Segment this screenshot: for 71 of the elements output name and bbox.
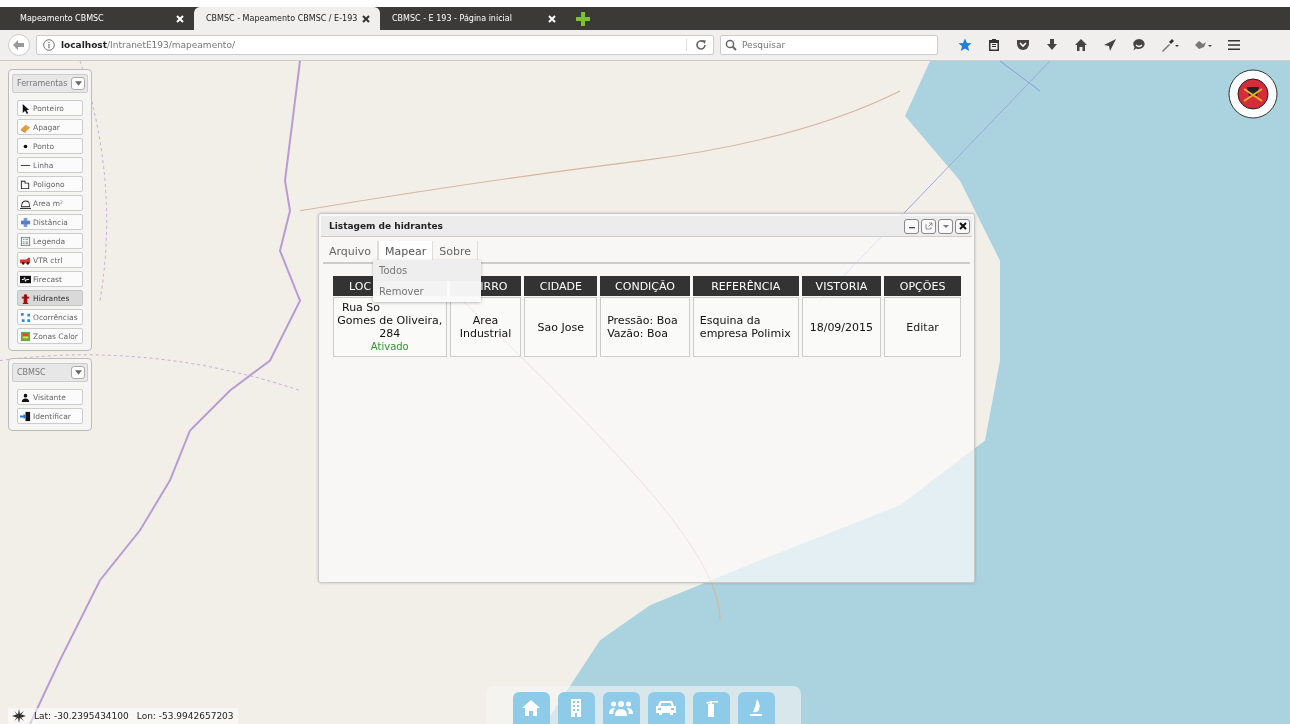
- table-cell-text: Gomes de Oliveira,: [337, 314, 443, 327]
- home-icon[interactable]: [1074, 38, 1088, 52]
- panel-title: CBMSC: [17, 368, 46, 377]
- table-cell-text: Area: [472, 314, 499, 327]
- person-icon: [20, 391, 31, 403]
- close-icon[interactable]: [362, 14, 370, 23]
- pointer-icon: [20, 102, 31, 114]
- ruler-icon: [20, 216, 31, 228]
- browser-tab[interactable]: CBMSC - E 193 - Página inicial: [380, 7, 566, 30]
- column-header: REFERÊNCIA: [692, 276, 799, 296]
- menu-item[interactable]: Mapear: [378, 241, 434, 262]
- table-cell-text: 284: [379, 327, 401, 340]
- extension-icon[interactable]: [1194, 38, 1212, 52]
- close-button[interactable]: [955, 218, 970, 234]
- browser-tab[interactable]: Mapeamento CBMSC: [8, 7, 194, 30]
- table-cell-text: Rua So: [341, 301, 381, 314]
- url-text: localhost/IntranetE193/mapeamento/: [61, 40, 236, 50]
- eyedropper-icon[interactable]: [1161, 38, 1179, 52]
- status-text: Ativado: [370, 340, 409, 353]
- caret-icon: [74, 370, 82, 375]
- compass-icon: [12, 709, 26, 723]
- search-field[interactable]: Pesquisar: [720, 35, 938, 55]
- legend-icon: [20, 235, 31, 247]
- column-header: OPÇÕES: [884, 276, 961, 296]
- table-cell-text: Esquina da: [699, 314, 761, 327]
- table-cell-text: Pressão: Boa: [607, 314, 678, 327]
- table-cell-text: Vazão: Boa: [607, 327, 669, 340]
- send-icon[interactable]: [1103, 38, 1117, 52]
- column-header: VISTORIA: [801, 276, 882, 296]
- chat-icon[interactable]: [1132, 38, 1146, 52]
- dropdown-button[interactable]: [71, 77, 85, 90]
- caret-icon: [941, 222, 950, 230]
- reload-icon[interactable]: [686, 39, 707, 51]
- info-icon[interactable]: [43, 39, 55, 51]
- house-icon: [521, 698, 541, 718]
- download-icon[interactable]: [1045, 38, 1059, 52]
- close-icon: [958, 222, 967, 230]
- hydrant-icon: [20, 292, 31, 304]
- minimize-button[interactable]: [904, 218, 919, 234]
- address-bar[interactable]: localhost/IntranetE193/mapeamento/: [36, 35, 714, 55]
- caret-icon: [74, 81, 82, 86]
- table-cell-text: Sao Jose: [537, 320, 584, 334]
- table-cell-text: 18/09/2015: [809, 320, 874, 334]
- polygon-icon: [20, 178, 31, 190]
- clipboard-icon[interactable]: [987, 38, 1001, 52]
- window-title: Listagem de hidrantes: [329, 221, 443, 231]
- panel-title: Ferramentas: [17, 79, 68, 88]
- door-icon: [20, 410, 31, 422]
- car-icon: [654, 698, 678, 718]
- browser-tab[interactable]: CBMSC - Mapeamento CBMSC / E-193: [194, 7, 380, 30]
- column-header: CONDIÇÃO: [600, 276, 690, 296]
- dropdown-button[interactable]: [71, 366, 85, 379]
- menu-option[interactable]: Todos: [373, 260, 481, 281]
- table-cell-text: empresa Polimix: [699, 327, 791, 340]
- dots-icon: [20, 311, 31, 323]
- people-icon: [609, 698, 633, 718]
- back-icon[interactable]: [8, 34, 30, 56]
- heatmap-icon: [20, 330, 31, 342]
- monitor-icon: [20, 273, 31, 285]
- collapse-button[interactable]: [938, 218, 953, 234]
- new-tab-icon[interactable]: [576, 11, 590, 26]
- emblem-logo: [1228, 69, 1278, 119]
- popout-icon: [924, 222, 933, 230]
- table-cell-text: Industrial: [459, 327, 512, 340]
- pocket-icon[interactable]: [1016, 38, 1030, 52]
- star-icon[interactable]: [958, 38, 972, 52]
- menu-icon[interactable]: [1227, 38, 1241, 52]
- edit-link[interactable]: Editar: [902, 318, 943, 336]
- latitude-text: Lat: -30.2395434100: [34, 711, 129, 721]
- longitude-text: Lon: -53.9942657203: [136, 711, 234, 721]
- column-header: CIDADE: [524, 276, 598, 296]
